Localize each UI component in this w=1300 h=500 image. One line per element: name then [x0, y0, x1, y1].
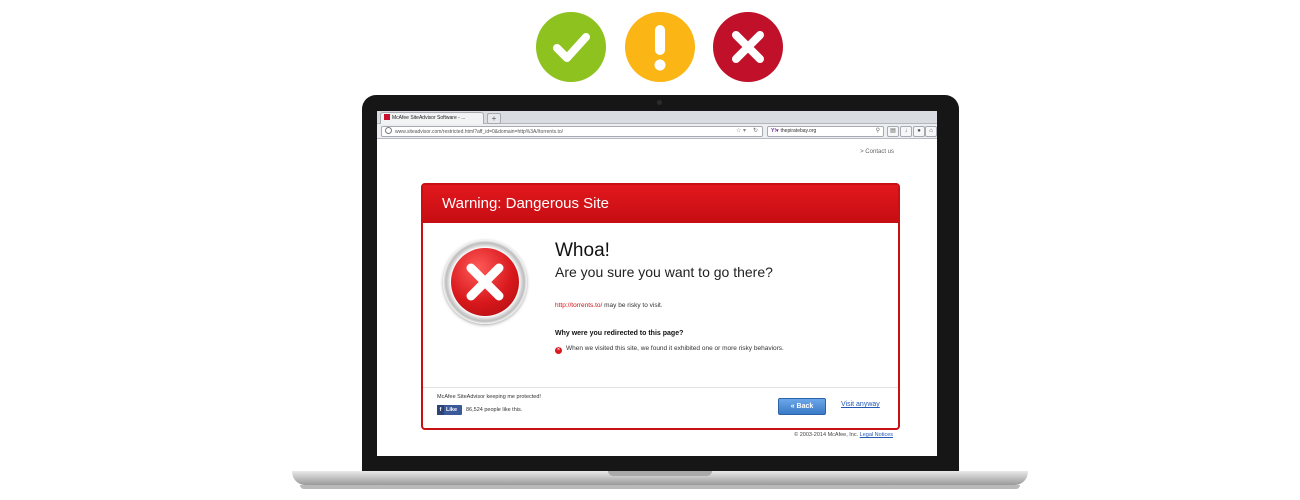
protected-text: McAfee SiteAdvisor keeping me protected! [437, 394, 541, 400]
browser-tab[interactable]: McAfee SiteAdvisor Software - ... [380, 112, 484, 124]
downloads-icon[interactable]: ↓ [900, 126, 912, 137]
search-engine-icon[interactable]: Y!▾ [771, 127, 779, 136]
mcafee-favicon-icon [384, 114, 390, 120]
reason-text: When we visited this site, we found it e… [566, 345, 784, 352]
address-bar[interactable]: www.siteadvisor.com/restricted.html?aff_… [381, 126, 763, 137]
subheadline: Are you sure you want to go there? [555, 264, 773, 280]
camera [657, 100, 662, 105]
globe-icon [385, 127, 392, 134]
like-count: 86,524 people like this. [466, 407, 523, 413]
visit-anyway-link[interactable]: Visit anyway [841, 401, 880, 408]
exclamation-icon [625, 12, 695, 82]
check-icon [536, 12, 606, 82]
divider [423, 387, 898, 388]
search-icon[interactable]: ⚲ [876, 127, 880, 136]
warning-panel: Warning: Dangerous Site Whoa! Are you su… [421, 183, 900, 430]
home-icon[interactable]: ⌂ [925, 126, 937, 137]
url-text: www.siteadvisor.com/restricted.html?aff_… [395, 129, 564, 135]
risky-url-link[interactable]: http://torrents.to/ [555, 302, 602, 309]
like-label: Like [446, 407, 458, 413]
new-tab-button[interactable]: + [487, 113, 501, 124]
bookmark-star-icon[interactable]: ☆ ▾ [736, 127, 746, 136]
microphone-icon[interactable]: ● [913, 126, 925, 137]
navigation-bar: www.siteadvisor.com/restricted.html?aff_… [377, 124, 937, 139]
tab-bar: McAfee SiteAdvisor Software - ... + [377, 111, 937, 124]
bookmarks-icon[interactable]: ▤ [887, 126, 899, 137]
x-icon [713, 12, 783, 82]
search-bar[interactable]: Y!▾ thepiratebay.org ⚲ [767, 126, 884, 137]
tab-title: McAfee SiteAdvisor Software - ... [392, 115, 466, 121]
reload-icon[interactable]: ↻ [753, 127, 758, 136]
risk-x-icon: × [555, 347, 562, 354]
risky-text: may be risky to visit. [602, 302, 663, 309]
laptop-notch [608, 471, 712, 476]
copyright: © 2003-2014 McAfee, Inc. Legal Notices [794, 432, 893, 438]
back-label: Back [796, 403, 814, 410]
headline: Whoa! [555, 240, 610, 261]
laptop-shadow [300, 485, 1020, 489]
facebook-like-button[interactable]: f Like [437, 405, 462, 415]
search-value: thepiratebay.org [780, 128, 817, 134]
danger-x-icon [443, 240, 527, 324]
contact-us-link[interactable]: > Contact us [860, 149, 894, 155]
why-heading: Why were you redirected to this page? [555, 330, 684, 337]
panel-title: Warning: Dangerous Site [442, 195, 610, 212]
copyright-text: © 2003-2014 McAfee, Inc. [794, 432, 860, 438]
back-button[interactable]: « Back [778, 398, 826, 415]
reason-item: × When we visited this site, we found it … [555, 345, 784, 354]
risky-message: http://torrents.to/ may be risky to visi… [555, 302, 663, 309]
facebook-icon: f [437, 405, 444, 415]
legal-notices-link[interactable]: Legal Notices [860, 432, 893, 438]
laptop-screen: McAfee SiteAdvisor Software - ... + www.… [377, 111, 937, 456]
